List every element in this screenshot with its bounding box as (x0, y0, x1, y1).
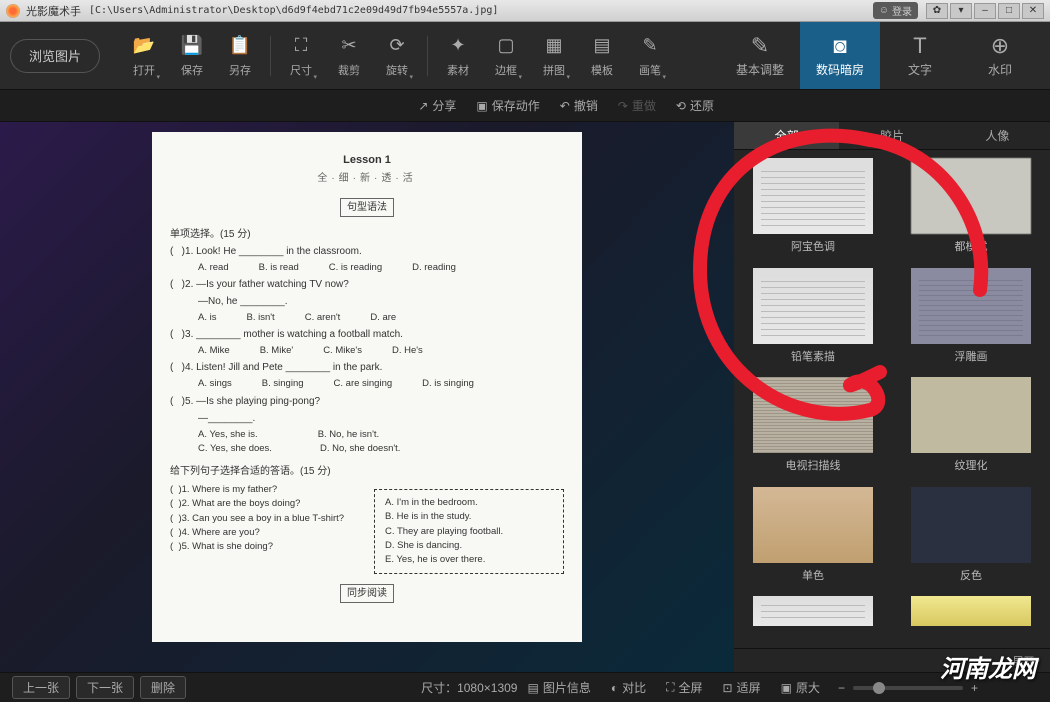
effect-pencil[interactable]: 铅笔素描 (742, 268, 884, 374)
original-button[interactable]: ▣原大 (781, 679, 820, 696)
folder-icon: 📂 (132, 34, 156, 58)
brush-icon: ✎ (638, 34, 662, 58)
save-action-button[interactable]: ▣保存动作 (466, 97, 549, 114)
filter-tab-film[interactable]: 胶片 (839, 122, 944, 149)
canvas-area[interactable]: Lesson 1 全·细·新·透·活 句型语法 单项选择。(15 分) ( )1… (0, 122, 734, 672)
original-icon: ▣ (781, 681, 792, 695)
tab-watermark[interactable]: ⊕水印 (960, 22, 1040, 89)
crop-icon: ✂ (337, 34, 361, 58)
compare-button[interactable]: ◐对比 (611, 679, 646, 696)
dropdown-icon[interactable]: ▾ (950, 3, 972, 19)
saveas-button[interactable]: 📋另存 (216, 28, 264, 84)
app-logo-icon (6, 4, 20, 18)
rotate-icon: ⟳ (385, 34, 409, 58)
fit-button[interactable]: ⊡适屏 (723, 679, 761, 696)
dimensions-label: 尺寸：1080×1309 (421, 679, 517, 696)
site-watermark: 河南龙网 (940, 649, 1036, 684)
restore-icon: ⟲ (676, 99, 686, 113)
zoom-slider[interactable] (853, 686, 963, 690)
tab-text[interactable]: T文字 (880, 22, 960, 89)
fullscreen-button[interactable]: ⛶全屏 (666, 679, 702, 696)
adjust-icon: ✎ (751, 33, 769, 59)
effect-invert[interactable]: 反色 (900, 487, 1042, 593)
file-path: [C:\Users\Administrator\Desktop\d6d9f4eb… (89, 5, 498, 16)
compare-icon: ◐ (611, 681, 618, 695)
effect-abao[interactable]: 阿宝色调 (742, 158, 884, 264)
open-button[interactable]: 📂打开▾ (120, 28, 168, 84)
close-icon[interactable]: ✕ (1022, 3, 1044, 19)
title-bar: 光影魔术手 [C:\Users\Administrator\Desktop\d6… (0, 0, 1050, 22)
save-button[interactable]: 💾保存 (168, 28, 216, 84)
camera-icon: ◙ (833, 33, 846, 59)
share-icon: ↗ (418, 99, 428, 113)
restore-button[interactable]: ⟲还原 (666, 97, 724, 114)
size-button[interactable]: ⛶尺寸▾ (277, 28, 325, 84)
border-icon: ▢ (494, 34, 518, 58)
redo-button[interactable]: ↷重做 (608, 97, 666, 114)
effect-extra1[interactable] (742, 596, 884, 640)
effect-scanline[interactable]: 电视扫描线 (742, 377, 884, 483)
document-preview: Lesson 1 全·细·新·透·活 句型语法 单项选择。(15 分) ( )1… (152, 132, 582, 642)
undo-button[interactable]: ↶撤销 (550, 97, 608, 114)
minimize-icon[interactable]: – (974, 3, 996, 19)
info-icon: ▤ (527, 681, 538, 695)
action-bar: ↗分享 ▣保存动作 ↶撤销 ↷重做 ⟲还原 (0, 90, 1050, 122)
info-button[interactable]: ▤图片信息 (527, 679, 590, 696)
text-icon: T (913, 33, 926, 59)
save-icon: 💾 (180, 34, 204, 58)
collage-icon: ▦ (542, 34, 566, 58)
app-title: 光影魔术手 (26, 3, 81, 19)
border-button[interactable]: ▢边框▾ (482, 28, 530, 84)
material-icon: ✦ (446, 34, 470, 58)
effect-emboss[interactable]: 浮雕画 (900, 268, 1042, 374)
effect-texture[interactable]: 纹理化 (900, 377, 1042, 483)
fit-icon: ⊡ (723, 681, 733, 695)
effect-mono[interactable]: 单色 (742, 487, 884, 593)
redo-icon: ↷ (618, 99, 628, 113)
main-toolbar: 浏览图片 📂打开▾ 💾保存 📋另存 ⛶尺寸▾ ✂裁剪 ⟳旋转▾ ✦素材 ▢边框▾… (0, 22, 1050, 90)
status-bar: 上一张 下一张 删除 尺寸：1080×1309 ▤图片信息 ◐对比 ⛶全屏 ⊡适… (0, 672, 1050, 702)
settings-icon[interactable]: ✿ (926, 3, 948, 19)
effects-panel: 全部 胶片 人像 阿宝色调 都模式 铅笔素描 浮雕画 电视扫描线 纹理化 单色 … (734, 122, 1050, 672)
undo-icon: ↶ (560, 99, 570, 113)
filter-tab-portrait[interactable]: 人像 (945, 122, 1050, 149)
watermark-icon: ⊕ (991, 33, 1009, 59)
template-button[interactable]: ▤模板 (578, 28, 626, 84)
zoom-out-icon[interactable]: − (838, 681, 845, 695)
fullscreen-icon: ⛶ (666, 680, 674, 695)
delete-button[interactable]: 删除 (140, 676, 186, 699)
rotate-button[interactable]: ⟳旋转▾ (373, 28, 421, 84)
share-button[interactable]: ↗分享 (408, 97, 466, 114)
template-icon: ▤ (590, 34, 614, 58)
record-icon: ▣ (476, 99, 487, 113)
brush-button[interactable]: ✎画笔▾ (626, 28, 674, 84)
material-button[interactable]: ✦素材 (434, 28, 482, 84)
filter-tab-all[interactable]: 全部 (734, 122, 839, 149)
tab-basic[interactable]: ✎基本调整 (720, 22, 800, 89)
effect-mode[interactable]: 都模式 (900, 158, 1042, 264)
browse-button[interactable]: 浏览图片 (10, 39, 100, 73)
login-button[interactable]: ☺登录 (873, 2, 918, 19)
saveas-icon: 📋 (228, 34, 252, 58)
collage-button[interactable]: ▦拼图▾ (530, 28, 578, 84)
maximize-icon[interactable]: □ (998, 3, 1020, 19)
effect-extra2[interactable] (900, 596, 1042, 640)
tab-darkroom[interactable]: ◙数码暗房 (800, 22, 880, 89)
crop-button[interactable]: ✂裁剪 (325, 28, 373, 84)
size-icon: ⛶ (289, 34, 313, 58)
next-button[interactable]: 下一张 (76, 676, 134, 699)
prev-button[interactable]: 上一张 (12, 676, 70, 699)
